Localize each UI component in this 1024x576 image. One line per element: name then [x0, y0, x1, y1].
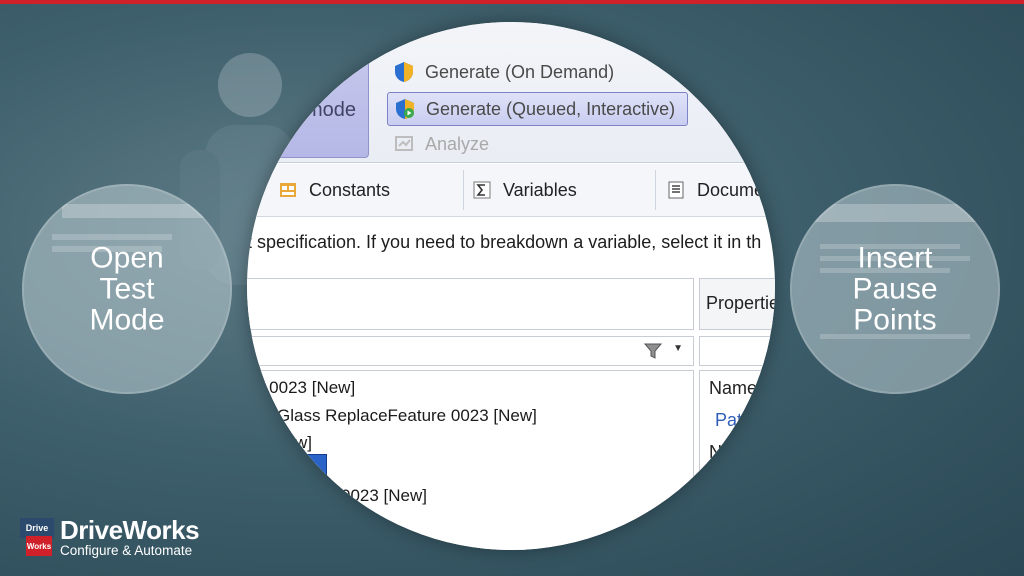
properties-panel-header: Propertie	[699, 278, 775, 330]
label-line: Test	[99, 272, 155, 306]
open-test-mode-circle: Open Test Mode	[22, 184, 232, 394]
logo-mark-icon: Drive Works	[20, 518, 54, 558]
tree-item[interactable]: ture 0023 [New]	[307, 486, 427, 506]
analyze-button[interactable]: Analyze	[393, 128, 489, 160]
shield-icon	[395, 62, 413, 82]
property-next-label: N	[709, 442, 722, 462]
tree-item[interactable]: e 0023 [New]	[255, 378, 355, 398]
properties-header-label: Propertie	[706, 293, 775, 313]
filter-icon[interactable]	[643, 341, 663, 361]
chevron-down-icon[interactable]: ▼	[673, 343, 683, 354]
shield-play-icon	[396, 99, 414, 119]
property-name-label: Name	[709, 378, 758, 398]
generate-on-demand-label: Generate (On Demand)	[425, 61, 615, 82]
tab-variables[interactable]: Variables	[473, 164, 577, 216]
properties-filter[interactable]	[699, 336, 775, 366]
label-line: Pause	[852, 272, 938, 306]
tree-item[interactable]: Glass ReplaceFeature 0023 [New]	[277, 406, 537, 426]
logo-mark-bottom: Works	[26, 536, 52, 556]
ribbon: mode Generate (On Demand) Generate (Queu…	[247, 22, 775, 163]
generate-queued-interactive-label: Generate (Queued, Interactive)	[426, 98, 676, 119]
logo-name: DriveWorks	[60, 515, 200, 545]
label-line: Mode	[89, 303, 165, 337]
tree-item[interactable]: w]	[295, 433, 312, 453]
zoomed-app-view: mode Generate (On Demand) Generate (Queu…	[247, 22, 775, 550]
tab-bar: Constants Variables Docume	[247, 164, 775, 217]
test-mode-label: mode	[306, 99, 357, 121]
tab-divider	[463, 170, 464, 210]
sigma-icon	[473, 181, 491, 199]
open-test-mode-label: Open Test Mode	[22, 243, 232, 336]
instruction-text: t specification. If you need to breakdow…	[247, 232, 762, 252]
document-icon	[668, 181, 684, 199]
tree-item-selected[interactable]	[295, 454, 327, 478]
tab-label: Docume	[697, 179, 765, 200]
generate-queued-interactive-button[interactable]: Generate (Queued, Interactive)	[387, 92, 689, 126]
tab-divider	[655, 170, 656, 210]
filter-input[interactable]: ▼	[247, 336, 694, 366]
tab-label: Constants	[309, 179, 391, 200]
property-name-value[interactable]: Pat	[715, 410, 742, 431]
analyze-icon	[395, 136, 413, 151]
generate-on-demand-button[interactable]: Generate (On Demand)	[393, 56, 614, 88]
constants-icon	[280, 183, 296, 197]
test-mode-button[interactable]: mode	[247, 22, 369, 158]
label-line: Open	[90, 241, 164, 275]
logo-tagline: Configure & Automate	[60, 543, 193, 558]
driveworks-logo: Drive Works DriveWorks Configure & Autom…	[20, 514, 200, 562]
tab-label: Variables	[503, 179, 577, 200]
variables-panel-header	[247, 278, 694, 330]
tab-documents[interactable]: Docume	[667, 164, 764, 216]
top-accent-bar	[0, 0, 1024, 4]
label-line: Insert	[857, 241, 933, 275]
insert-pause-points-label: Insert Pause Points	[790, 243, 1000, 336]
label-line: Points	[853, 303, 937, 337]
insert-pause-points-circle: Insert Pause Points	[790, 184, 1000, 394]
logo-mark-top: Drive	[20, 518, 54, 538]
tab-constants[interactable]: Constants	[279, 164, 390, 216]
analyze-label: Analyze	[425, 133, 490, 154]
